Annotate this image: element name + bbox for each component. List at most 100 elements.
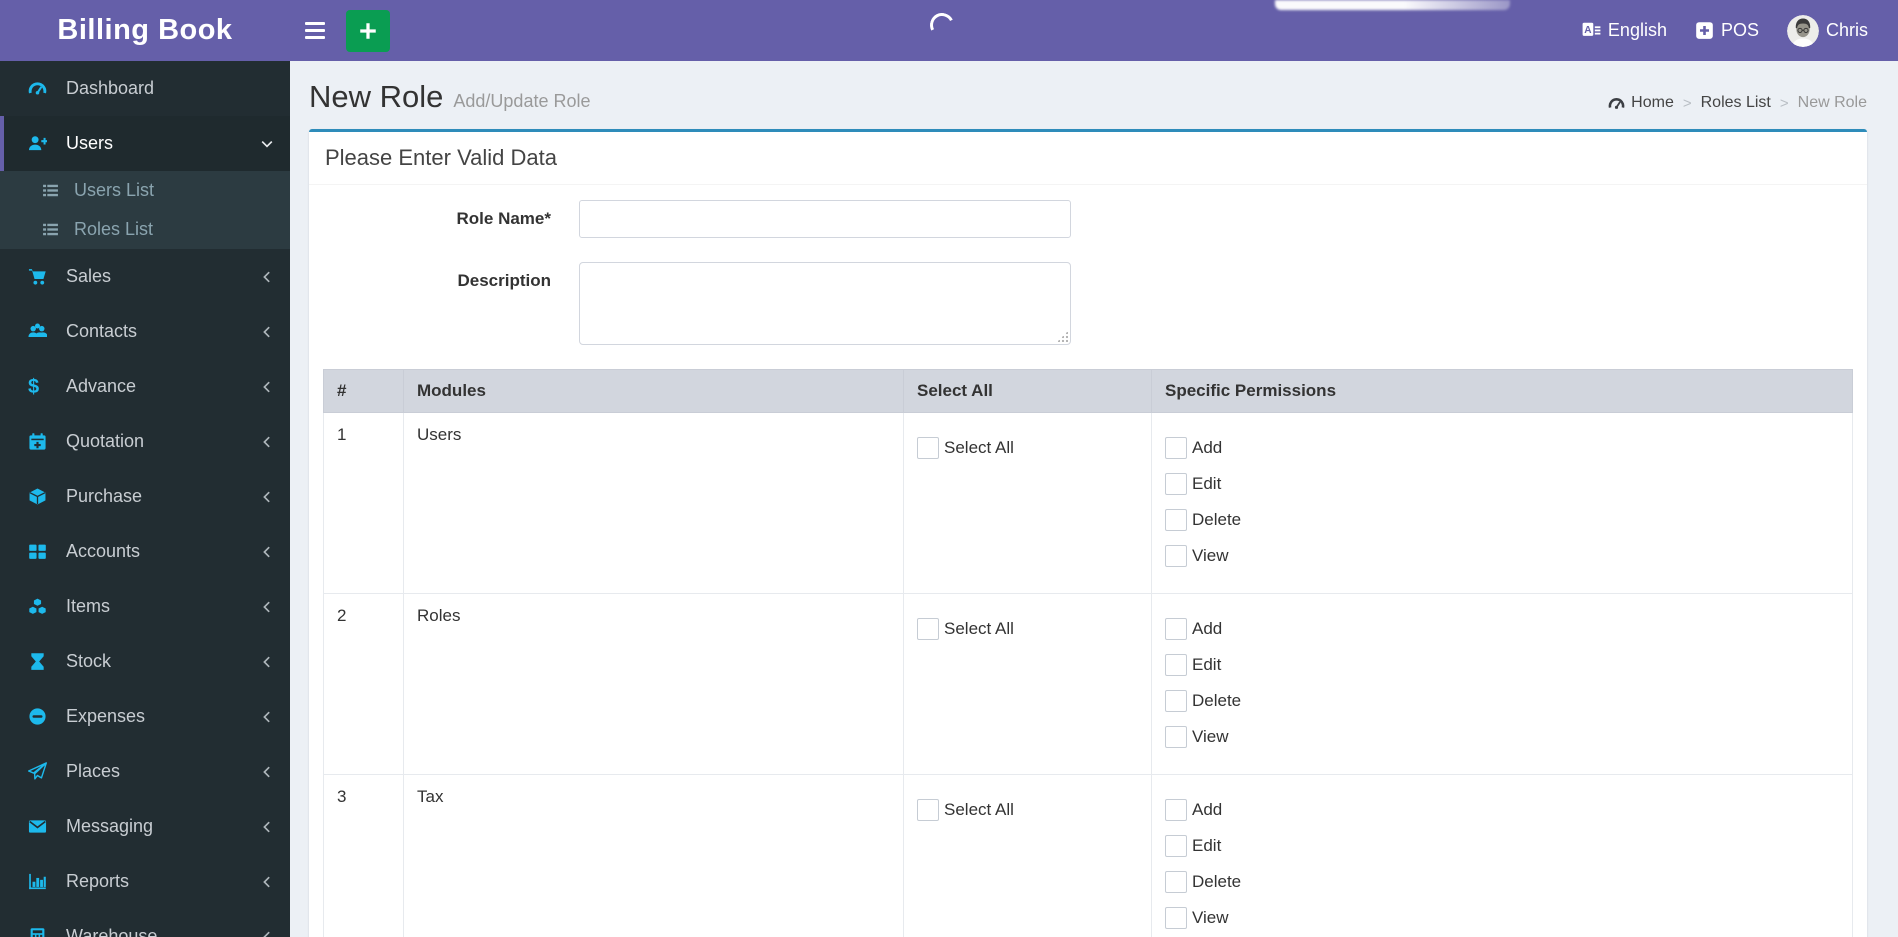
description-row: Description [323, 262, 1853, 345]
role-name-row: Role Name* [323, 200, 1853, 238]
sidebar-item-accounts[interactable]: Accounts [0, 524, 290, 579]
chevron-down-icon [260, 137, 274, 151]
breadcrumb-item-home[interactable]: Home [1608, 94, 1674, 112]
sidebar-item-quotation[interactable]: Quotation [0, 414, 290, 469]
grid-icon [28, 542, 52, 562]
app-root: Billing Book Dashboard Users Users List Rol… [0, 0, 1898, 937]
quick-add-button[interactable] [346, 9, 390, 52]
user-menu[interactable]: Chris [1773, 0, 1882, 61]
permission-view-checkbox[interactable] [1165, 907, 1187, 929]
permissions-table-header: # Modules Select All Specific Permissions [323, 369, 1853, 413]
sidebar-item-label: Advance [66, 376, 137, 396]
sidebar-item-advance[interactable]: $ Advance [0, 359, 290, 414]
permission-add-checkbox[interactable] [1165, 799, 1187, 821]
sidebar-item-label: Accounts [66, 541, 141, 561]
select-all-cell: Select All [903, 412, 1152, 594]
permission-delete-checkbox[interactable] [1165, 690, 1187, 712]
table-row-users: 1 Users Select All Add Edit Delete View [323, 412, 1853, 594]
app-title: Billing Book [57, 14, 233, 46]
sidebar-item-contacts[interactable]: Contacts [0, 304, 290, 359]
permission-add-label: Add [1192, 438, 1223, 457]
role-name-input[interactable] [579, 200, 1071, 238]
table-row-tax: 3 Tax Select All Add Edit Delete View [323, 774, 1853, 937]
sidebar-item-warehouse[interactable]: Warehouse [0, 909, 290, 937]
navbar-right: A English POS Chris [1568, 0, 1898, 61]
permission-delete-label: Delete [1192, 510, 1242, 529]
module-name-cell: Users [403, 412, 904, 594]
sidebar-item-stock[interactable]: Stock [0, 634, 290, 689]
permission-delete-checkbox[interactable] [1165, 871, 1187, 893]
select-all-checkbox[interactable] [917, 618, 939, 640]
sidebar-item-users[interactable]: Users [0, 116, 290, 171]
card-body: Role Name* Description # Modules Select Al… [309, 185, 1867, 937]
table-row-roles: 2 Roles Select All Add Edit Delete View [323, 593, 1853, 775]
permission-delete-checkbox[interactable] [1165, 509, 1187, 531]
sidebar-item-label: Items [66, 596, 111, 616]
cube-icon [28, 487, 52, 507]
permission-add-label: Add [1192, 800, 1223, 819]
loading-spinner-icon [926, 9, 958, 41]
plus-square-icon [1695, 21, 1714, 40]
chevron-left-icon [260, 380, 274, 394]
sidebar-item-items[interactable]: Items [0, 579, 290, 634]
select-all-label: Select All [944, 800, 1014, 819]
breadcrumb-item-new-role: New Role [1771, 94, 1867, 112]
select-all-checkbox[interactable] [917, 437, 939, 459]
permissions-cell: Add Edit Delete View [1151, 412, 1853, 594]
sidebar-item-reports[interactable]: Reports [0, 854, 290, 909]
sidebar-item-label: Roles List [74, 219, 154, 239]
permission-view-checkbox[interactable] [1165, 726, 1187, 748]
permission-add-checkbox[interactable] [1165, 618, 1187, 640]
breadcrumb-item-roles-list[interactable]: Roles List [1674, 94, 1771, 112]
permission-edit-row: Edit [1165, 654, 1839, 676]
chevron-left-icon [260, 435, 274, 449]
bar-chart-icon [28, 872, 52, 892]
permission-view-checkbox[interactable] [1165, 545, 1187, 567]
hamburger-menu-icon[interactable] [292, 0, 338, 61]
description-textarea-wrap [579, 262, 1071, 345]
breadcrumb-label: Roles List [1700, 94, 1771, 111]
permission-delete-row: Delete [1165, 871, 1839, 893]
app-logo[interactable]: Billing Book [0, 0, 290, 61]
select-all-checkbox[interactable] [917, 799, 939, 821]
hourglass-icon [28, 652, 52, 672]
permission-edit-checkbox[interactable] [1165, 654, 1187, 676]
permission-edit-row: Edit [1165, 835, 1839, 857]
gauge-icon [1608, 95, 1625, 112]
page-title: New Role Add/Update Role [309, 79, 591, 114]
sidebar-item-sales[interactable]: Sales [0, 249, 290, 304]
sidebar-item-purchase[interactable]: Purchase [0, 469, 290, 524]
cart-icon [28, 267, 52, 287]
sidebar-item-label: Warehouse [66, 926, 158, 937]
language-menu[interactable]: A English [1568, 0, 1681, 61]
description-textarea[interactable] [579, 262, 1071, 345]
dollar-icon: $ [28, 375, 40, 398]
sidebar-item-places[interactable]: Places [0, 744, 290, 799]
sidebar-item-roles-list[interactable]: Roles List [0, 210, 290, 249]
sidebar-item-label: Stock [66, 651, 112, 671]
select-all-row: Select All [917, 618, 1138, 640]
chevron-left-icon [260, 820, 274, 834]
sidebar-item-label: Dashboard [66, 78, 155, 98]
sidebar-item-dashboard[interactable]: Dashboard [0, 61, 290, 116]
sidebar-item-label: Messaging [66, 816, 154, 836]
top-navbar: A English POS Chris [290, 0, 1898, 61]
chevron-left-icon [260, 545, 274, 559]
list-icon [42, 182, 64, 199]
permission-view-label: View [1192, 546, 1229, 565]
sidebar-item-expenses[interactable]: Expenses [0, 689, 290, 744]
sidebar-item-users-list[interactable]: Users List [0, 171, 290, 210]
chevron-left-icon [260, 655, 274, 669]
permission-edit-checkbox[interactable] [1165, 473, 1187, 495]
role-form-card: Please Enter Valid Data Role Name* Descr… [309, 129, 1867, 937]
permission-delete-label: Delete [1192, 691, 1242, 710]
row-number-cell: 2 [323, 593, 404, 775]
select-all-row: Select All [917, 437, 1138, 459]
column-header-modules: Modules [403, 369, 904, 413]
sidebar-item-messaging[interactable]: Messaging [0, 799, 290, 854]
permissions-cell: Add Edit Delete View [1151, 774, 1853, 937]
breadcrumb: Home Roles List New Role [1608, 94, 1867, 112]
permission-add-checkbox[interactable] [1165, 437, 1187, 459]
permission-edit-checkbox[interactable] [1165, 835, 1187, 857]
pos-button[interactable]: POS [1681, 0, 1773, 61]
